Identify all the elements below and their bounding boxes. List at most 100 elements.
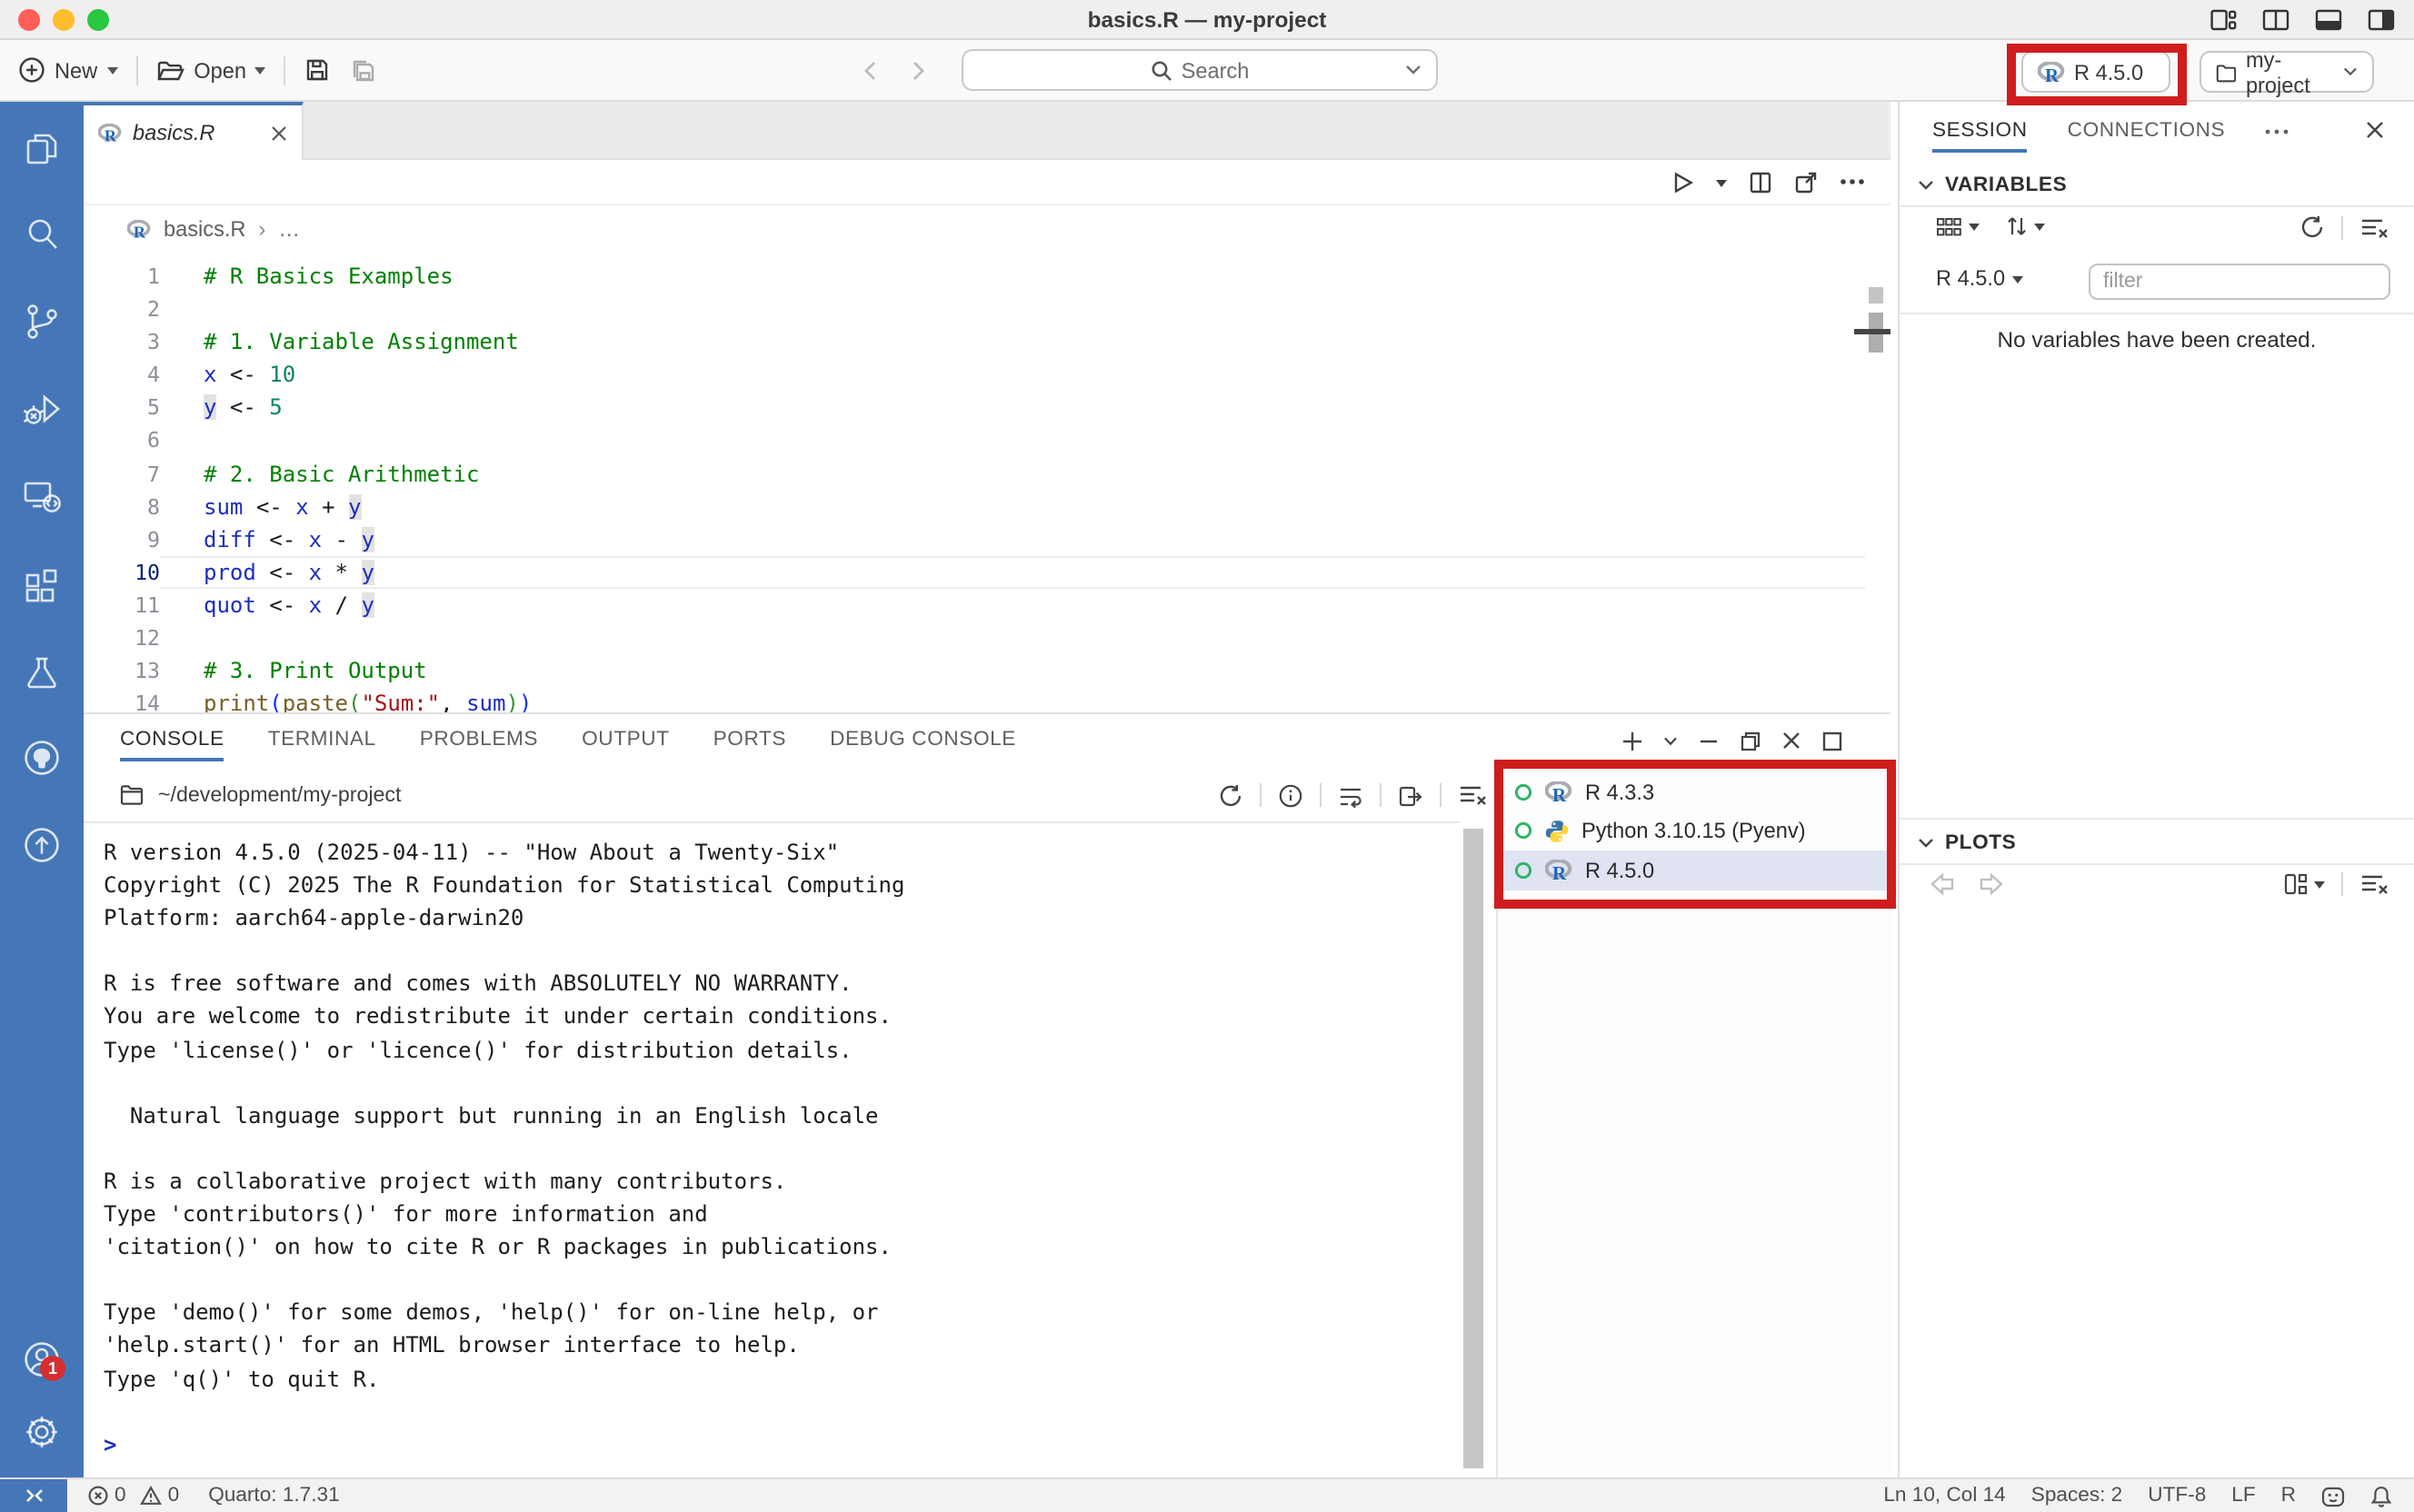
session-item[interactable]: Python 3.10.15 (Pyenv) [1498,811,1890,850]
tab-problems[interactable]: PROBLEMS [420,714,538,767]
working-directory[interactable]: ~/development/my-project [158,782,401,806]
navigate-back-icon[interactable] [862,59,880,81]
sort-variables-button[interactable] [2005,214,2045,238]
breadcrumb[interactable]: R basics.R › … [127,205,300,253]
tab-output[interactable]: OUTPUT [582,714,670,767]
session-item[interactable]: RR 4.5.0 [1498,850,1890,890]
save-button[interactable] [304,56,332,84]
clear-plots-icon[interactable] [2359,872,2389,896]
code-line[interactable]: 5y <- 5 [84,392,1865,424]
group-variables-button[interactable] [1936,215,1980,237]
new-session-chevron-icon[interactable] [1663,735,1678,746]
tab-ports[interactable]: PORTS [713,714,786,767]
breadcrumb-file[interactable]: basics.R [164,216,246,242]
restore-panel-icon[interactable] [1740,730,1761,751]
move-to-editor-icon[interactable] [1398,782,1423,808]
quarto-status[interactable]: Quarto: 1.7.31 [208,1485,339,1507]
plots-section-header[interactable]: PLOTS [1918,832,2016,854]
breadcrumb-symbol-more[interactable]: … [278,216,300,242]
refresh-variables-icon[interactable] [2299,214,2325,240]
code-line[interactable]: 14print(paste("Sum:", sum)) [84,687,1865,712]
workspace-selector-button[interactable]: my-project [2200,51,2374,93]
remote-indicator[interactable] [0,1479,67,1512]
toggle-secondary-sidebar-icon[interactable] [2367,5,2396,35]
console-scrollbar[interactable] [1463,829,1483,1468]
tab-terminal[interactable]: TERMINAL [268,714,376,767]
publish-icon[interactable] [20,823,64,867]
code-line[interactable]: 12 [84,622,1865,654]
tab-basics-r[interactable]: R basics.R [84,102,304,160]
more-tabs-icon[interactable] [2265,128,2289,134]
clear-variables-icon[interactable] [2359,215,2389,239]
code-line[interactable]: 13# 3. Print Output [84,654,1865,687]
close-tab-icon[interactable] [271,124,287,141]
variables-filter-input[interactable] [2089,264,2390,300]
problems-status[interactable]: 0 0 [87,1485,179,1507]
tab-connections[interactable]: CONNECTIONS [2068,102,2226,160]
session-item[interactable]: RR 4.3.3 [1498,772,1890,811]
code-line[interactable]: 4x <- 10 [84,359,1865,392]
sash-handle[interactable] [1854,329,1890,333]
word-wrap-icon[interactable] [1338,782,1363,808]
code-line[interactable]: 8sum <- x + y [84,490,1865,522]
more-actions-icon[interactable] [1840,178,1865,185]
open-in-new-window-icon[interactable] [1794,170,1818,194]
close-sidebar-icon[interactable] [2365,120,2385,140]
next-plot-icon[interactable] [1978,872,2005,896]
code-line[interactable]: 2 [84,293,1865,325]
customize-layout-icon[interactable] [2209,5,2238,35]
tab-console[interactable]: CONSOLE [120,714,224,767]
run-options-chevron-icon[interactable] [1716,179,1727,192]
remote-explorer-icon[interactable] [20,474,64,518]
notifications-bell-icon[interactable] [2370,1484,2392,1507]
run-file-button[interactable] [1671,170,1694,194]
extensions-icon[interactable] [20,563,64,607]
feedback-icon[interactable] [2321,1484,2345,1507]
navigate-forward-icon[interactable] [909,59,927,81]
code-line[interactable]: 11quot <- x / y [84,589,1865,622]
code-line[interactable]: 9diff <- x - y [84,523,1865,556]
restart-console-icon[interactable] [1218,782,1243,808]
cursor-position-status[interactable]: Ln 10, Col 14 [1883,1485,2005,1507]
interpreter-selector-button[interactable]: R R 4.5.0 [2021,51,2170,93]
clear-console-icon[interactable] [1458,783,1487,807]
testing-beaker-icon[interactable] [20,651,64,694]
encoding-status[interactable]: UTF-8 [2148,1485,2206,1507]
console-info-icon[interactable] [1278,782,1303,808]
search-input[interactable]: Search [962,49,1438,91]
new-session-plus-icon[interactable] [1621,730,1643,751]
previous-plot-icon[interactable] [1929,872,1956,896]
indentation-status[interactable]: Spaces: 2 [2031,1485,2123,1507]
close-panel-icon[interactable] [1781,731,1801,751]
console-output[interactable]: R version 4.5.0 (2025-04-11) -- "How Abo… [104,836,904,1461]
new-button[interactable]: New [18,56,117,84]
language-mode-status[interactable]: R [2281,1485,2296,1507]
maximize-panel-icon[interactable] [1821,730,1843,751]
github-icon[interactable] [20,736,64,780]
code-line[interactable]: 6 [84,424,1865,457]
split-editor-layout-icon[interactable] [2261,5,2290,35]
eol-status[interactable]: LF [2231,1485,2255,1507]
code-line[interactable]: 7# 2. Basic Arithmetic [84,457,1865,490]
save-all-button[interactable] [350,56,379,84]
code-line[interactable]: 10prod <- x * y [84,556,1865,589]
open-button[interactable]: Open [155,57,266,83]
run-and-debug-icon[interactable] [20,387,64,431]
variables-section-header[interactable]: VARIABLES [1918,174,2067,196]
code-area[interactable]: 1# R Basics Examples23# 1. Variable Assi… [84,260,1865,712]
split-editor-icon[interactable] [1749,170,1772,194]
source-control-icon[interactable] [20,300,64,343]
tab-debug-console[interactable]: DEBUG CONSOLE [830,714,1016,767]
plus-circle-icon [18,56,45,84]
settings-gear-icon[interactable] [20,1410,64,1454]
explorer-icon[interactable] [20,127,64,171]
toggle-panel-icon[interactable] [2314,5,2343,35]
console-prompt[interactable]: > [104,1427,904,1460]
minimize-panel-icon[interactable] [1698,730,1720,751]
search-sidebar-icon[interactable] [20,213,64,256]
tab-session[interactable]: SESSION [1932,102,2028,160]
code-line[interactable]: 1# R Basics Examples [84,260,1865,293]
variables-runtime-selector[interactable]: R 4.5.0 [1936,265,2023,291]
code-line[interactable]: 3# 1. Variable Assignment [84,325,1865,358]
plots-layout-button[interactable] [2283,872,2325,896]
